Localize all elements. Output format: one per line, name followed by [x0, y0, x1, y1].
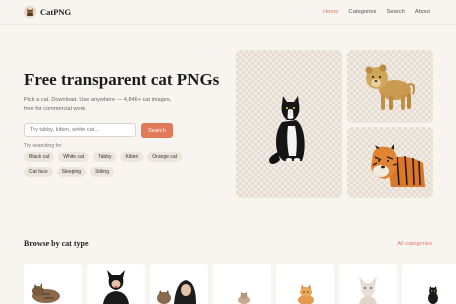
top-navigation: CatPNG Home Categories Search About [0, 0, 456, 25]
brand-logo[interactable]: CatPNG [24, 6, 71, 18]
small-cat-thumbnail [238, 292, 250, 304]
section-title: Browse by cat type [24, 239, 89, 248]
category-card[interactable] [24, 264, 82, 304]
search-input[interactable] [24, 123, 136, 137]
tiger-image [371, 144, 425, 187]
showcase-tile-tiger[interactable] [347, 127, 433, 198]
showcase-tile-lion-cub[interactable] [347, 50, 433, 123]
brand-name: CatPNG [40, 7, 72, 17]
chip-tabby[interactable]: Tabby [93, 152, 117, 162]
nav-home-link[interactable]: Home [323, 9, 338, 15]
catwoman-thumbnail [103, 270, 129, 304]
orange-kitten-thumbnail [298, 284, 314, 304]
chip-sleeping[interactable]: Sleeping [56, 167, 87, 177]
category-card[interactable] [402, 264, 456, 304]
category-card[interactable] [213, 264, 271, 304]
black-cat-thumbnail [428, 286, 438, 304]
chip-cat-face[interactable]: Cat face [24, 167, 53, 177]
category-card[interactable] [87, 264, 145, 304]
black-white-cat-image [269, 96, 305, 164]
nav-links: Home Categories Search About [323, 9, 430, 15]
chip-kitten[interactable]: Kitten [120, 152, 144, 162]
nav-search-link[interactable]: Search [386, 9, 404, 15]
category-card[interactable] [150, 264, 208, 304]
suggestion-chips: Black cat White cat Tabby Kitten Orange … [24, 152, 214, 177]
nav-about-link[interactable]: About [415, 9, 430, 15]
lion-cub-image [365, 64, 415, 110]
tabby-cat-thumbnail [32, 283, 60, 303]
chip-orange-cat[interactable]: Orange cat [147, 152, 183, 162]
sphynx-cat-thumbnail [359, 276, 377, 304]
nav-categories-link[interactable]: Categories [348, 9, 376, 15]
category-card[interactable] [339, 264, 397, 304]
showcase-tile-black-cat[interactable] [236, 50, 342, 198]
hero-title: Free transparent cat PNGs [24, 70, 220, 89]
category-card[interactable] [276, 264, 334, 304]
chip-sitting[interactable]: Sitting [90, 167, 114, 177]
chip-white-cat[interactable]: White cat [58, 152, 90, 162]
cat-logo-icon [24, 6, 36, 18]
try-searching-label: Try searching for [24, 143, 62, 149]
cat-portrait-thumbnail [157, 280, 196, 304]
all-categories-link[interactable]: All categories [397, 241, 432, 247]
chip-black-cat[interactable]: Black cat [24, 152, 55, 162]
search-button[interactable]: Search [141, 123, 173, 138]
hero-subtitle: Pick a cat. Download. Use anywhere — 4,8… [24, 97, 172, 112]
